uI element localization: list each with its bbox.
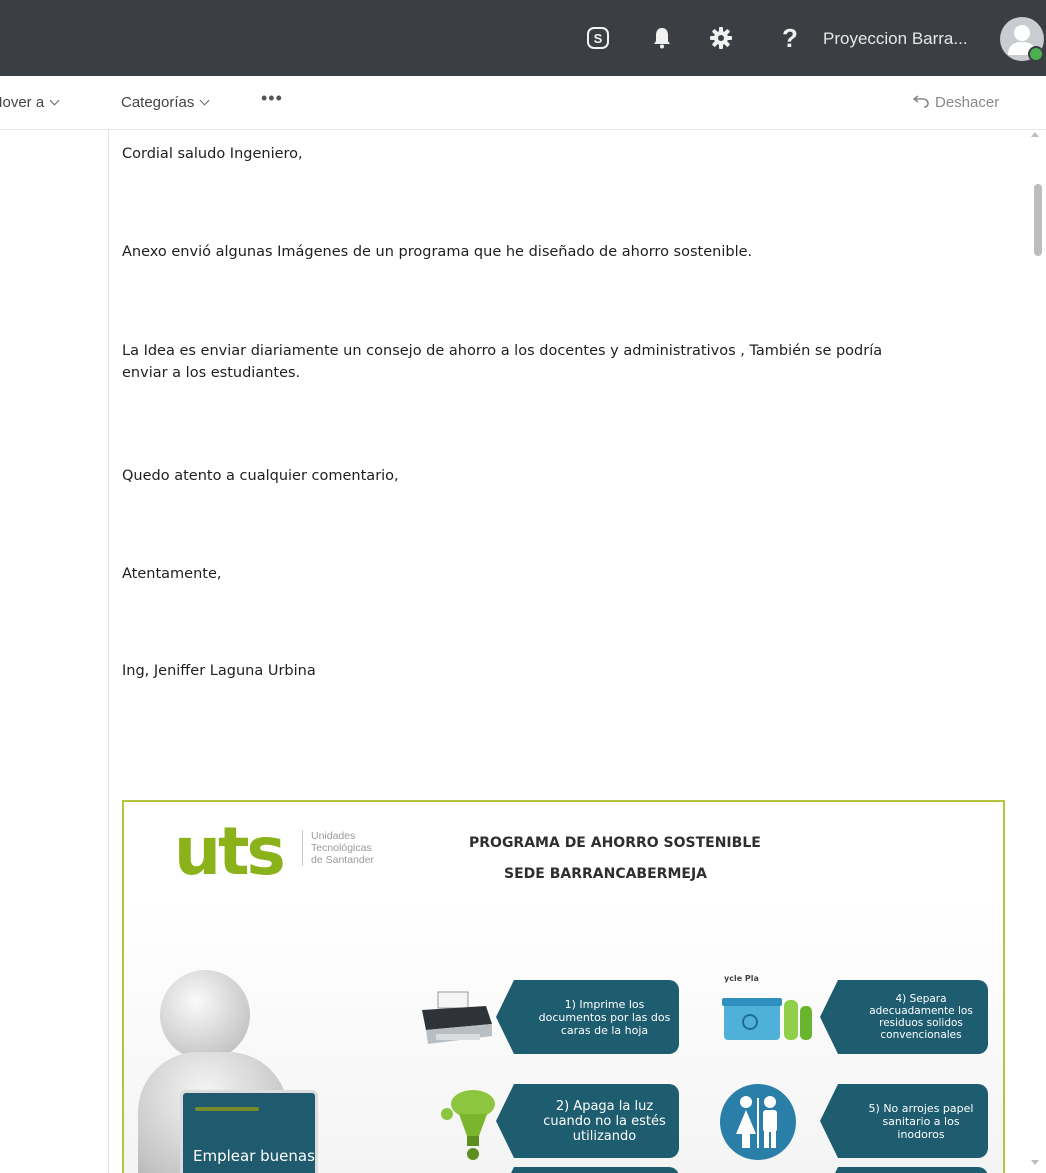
undo-label: Deshacer (935, 94, 1000, 111)
categories-label: Categorías (121, 94, 195, 111)
tip-card-1: 1) Imprime los documentos por las dos ca… (496, 980, 679, 1054)
scroll-down-arrow-icon[interactable] (1031, 1160, 1039, 1165)
paragraph-idea-line2: enviar a los estudiantes. (122, 365, 301, 381)
gear-icon[interactable] (708, 24, 734, 52)
recycle-bins-icon (722, 998, 812, 1040)
scrollbar-thumb[interactable] (1034, 184, 1042, 256)
figure-board: Emplear buenas (180, 1090, 318, 1173)
signature-text: Ing, Jeniffer Laguna Urbina (122, 663, 316, 679)
undo-button[interactable]: Deshacer (912, 94, 1000, 111)
paragraph-attachment-note: Anexo envió algunas Imágenes de un progr… (122, 244, 753, 260)
svg-text:S: S (594, 31, 603, 46)
scroll-up-arrow-icon[interactable] (1031, 132, 1039, 137)
more-actions-button[interactable]: ••• (261, 88, 283, 109)
figure-head-illustration (160, 970, 250, 1060)
command-bar: Mover a Categorías ••• Deshacer (0, 76, 1046, 130)
logo-sub-line: Tecnológicas (311, 842, 372, 854)
infographic-subtitle: SEDE BARRANCABERMEJA (504, 866, 707, 882)
closing-text: Atentamente, (122, 566, 222, 582)
paragraph-comments: Quedo atento a cualquier comentario, (122, 468, 399, 484)
bell-icon[interactable] (650, 24, 674, 52)
move-to-label: Mover a (0, 94, 45, 111)
move-to-button[interactable]: Mover a (0, 94, 60, 111)
categories-button[interactable]: Categorías (121, 94, 210, 111)
reading-pane-divider (108, 130, 109, 1173)
top-bar: S ? Proyeccion Barra... (0, 0, 1046, 76)
user-name[interactable]: Proyeccion Barra... (823, 29, 968, 49)
tip-card-5: 5) No arrojes papel sanitario a los inod… (820, 1084, 988, 1158)
board-heading-bar (195, 1107, 259, 1111)
infographic-canvas: uts Unidades Tecnológicas de Santander P… (124, 802, 1003, 1173)
printer-icon (422, 991, 492, 1044)
greeting-text: Cordial saludo Ingeniero, (122, 146, 303, 162)
skype-icon[interactable]: S (585, 24, 611, 52)
uts-logo-subtitle: Unidades Tecnológicas de Santander (302, 830, 402, 866)
restroom-icon (720, 1084, 796, 1160)
undo-icon (912, 95, 929, 108)
board-text: Emplear buenas (193, 1147, 315, 1165)
tip-card-6 (820, 1167, 988, 1173)
chevron-down-icon (49, 95, 60, 106)
tip-card-4: 4) Separa adecuadamente los residuos sol… (820, 980, 988, 1054)
paragraph-idea-line1: La Idea es enviar diariamente un consejo… (122, 343, 883, 359)
tip-card-3 (496, 1167, 679, 1173)
embedded-infographic-image[interactable]: uts Unidades Tecnológicas de Santander P… (122, 800, 1005, 1173)
help-icon[interactable]: ? (778, 23, 802, 53)
infographic-title: PROGRAMA DE AHORRO SOSTENIBLE (469, 835, 761, 851)
chevron-down-icon (199, 95, 210, 106)
logo-sub-line: de Santander (311, 854, 375, 866)
uts-logo: uts (174, 813, 286, 890)
tip-card-2: 2) Apaga la luz cuando no la estés utili… (496, 1084, 679, 1158)
logo-sub-line: Unidades (311, 830, 356, 842)
presence-status-icon (1028, 46, 1044, 62)
